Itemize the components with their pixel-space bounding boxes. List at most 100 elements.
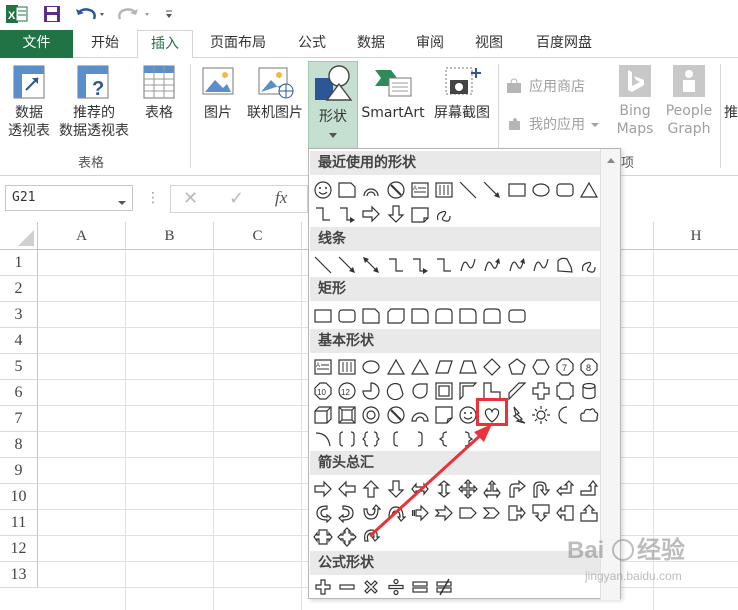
bent-arrow-shape[interactable] (507, 479, 527, 499)
up-callout-shape[interactable] (579, 503, 599, 523)
left-bracket-shape[interactable] (386, 429, 406, 449)
striped-right-shape[interactable] (410, 503, 430, 523)
triangle-shape[interactable] (579, 180, 599, 200)
vert-text-shape[interactable] (337, 357, 357, 377)
round-rect-shape[interactable] (337, 306, 357, 326)
people-graph-button[interactable]: People Graph (662, 64, 716, 138)
up-arrow-shape[interactable] (361, 479, 381, 499)
arc2-shape[interactable] (313, 429, 333, 449)
dbl-arrow-shape[interactable] (361, 255, 381, 275)
right-callout-shape[interactable] (507, 503, 527, 523)
no-symbol-shape[interactable] (386, 180, 406, 200)
app-store-button[interactable]: 应用商店 (506, 76, 585, 96)
text-box-shape[interactable]: A (410, 180, 430, 200)
scribble-shape[interactable] (579, 255, 599, 275)
chevron-shape[interactable] (482, 503, 502, 523)
row-header-1[interactable]: 1 (0, 250, 38, 276)
round2-shape[interactable] (434, 306, 454, 326)
diamond-shape[interactable] (482, 357, 502, 377)
eq-minus-shape[interactable] (337, 577, 357, 597)
folded-corner-shape[interactable] (434, 405, 454, 425)
redo-icon[interactable] (118, 4, 154, 24)
triangle-shape[interactable] (386, 357, 406, 377)
folded-shape[interactable] (410, 204, 430, 224)
right-brace-shape[interactable] (458, 429, 478, 449)
elbow-arrow-shape[interactable] (337, 204, 357, 224)
moon-shape[interactable] (555, 405, 575, 425)
round1-shape[interactable] (458, 306, 478, 326)
round1-shape[interactable] (410, 306, 430, 326)
bing-maps-button[interactable]: Bing Maps (612, 64, 658, 138)
eq-div-shape[interactable] (386, 577, 406, 597)
left-callout-shape[interactable] (555, 503, 575, 523)
shapes-button[interactable]: 形状 (308, 61, 358, 149)
rect-shape[interactable] (313, 306, 333, 326)
row-header-5[interactable]: 5 (0, 354, 38, 380)
row-header-10[interactable]: 10 (0, 484, 38, 510)
curve-arrow-shape[interactable] (507, 255, 527, 275)
row-header-9[interactable]: 9 (0, 458, 38, 484)
can-shape[interactable] (579, 381, 599, 401)
ellipse-shape[interactable] (531, 180, 551, 200)
vert-text-shape[interactable] (434, 180, 454, 200)
arrow-line-shape[interactable] (337, 255, 357, 275)
tear-shape[interactable] (410, 381, 430, 401)
elbow-shape[interactable] (386, 255, 406, 275)
snip-rect-shape[interactable] (361, 306, 381, 326)
row-header-12[interactable]: 12 (0, 536, 38, 562)
bent-up-arrow-shape[interactable] (579, 479, 599, 499)
lr-arrow-shape[interactable] (410, 479, 430, 499)
round2-shape[interactable] (482, 306, 502, 326)
curve-shape[interactable] (458, 255, 478, 275)
ud-arrow-shape[interactable] (434, 479, 454, 499)
column-header-b[interactable]: B (126, 222, 214, 250)
arc-shape[interactable] (361, 180, 381, 200)
recommended-pivot-button[interactable]: ? 推荐的 数据透视表 (56, 64, 132, 140)
select-all-corner[interactable] (0, 222, 38, 250)
round-rect-shape[interactable] (555, 180, 575, 200)
pentagon-shape[interactable] (507, 357, 527, 377)
curved-left-shape[interactable] (337, 503, 357, 523)
no-symbol-shape[interactable] (386, 405, 406, 425)
right-bracket-shape[interactable] (410, 429, 430, 449)
right-arrow-shape[interactable] (361, 204, 381, 224)
smiley-shape[interactable] (313, 180, 333, 200)
left-brace-shape[interactable] (434, 429, 454, 449)
smartart-button[interactable]: SmartArt (358, 64, 428, 122)
tab-file[interactable]: 文件 (0, 30, 73, 58)
text-box-shape[interactable]: A (313, 357, 333, 377)
tab-baidu-netdisk[interactable]: 百度网盘 (524, 30, 604, 58)
cancel-icon[interactable]: ✕ (183, 188, 198, 209)
eq-mult-shape[interactable] (361, 577, 381, 597)
pivot-table-button[interactable]: 数据 透视表 (4, 64, 54, 140)
row-header-13[interactable]: 13 (0, 562, 38, 588)
cube-shape[interactable] (313, 405, 333, 425)
column-header-c[interactable]: C (214, 222, 302, 250)
block-arc-shape[interactable] (410, 405, 430, 425)
lr-up-arrow-shape[interactable] (482, 479, 502, 499)
frame-shape[interactable] (434, 381, 454, 401)
chord-shape[interactable] (386, 381, 406, 401)
more-options-icon[interactable]: ⋮ (146, 190, 160, 206)
eq-equal-shape[interactable] (410, 577, 430, 597)
customize-qat-icon[interactable] (162, 4, 176, 24)
name-box[interactable]: G21 (5, 185, 133, 211)
quad-callout-shape[interactable] (337, 527, 358, 547)
online-picture-button[interactable]: 联机图片 (242, 64, 308, 122)
rect-shape[interactable] (507, 180, 527, 200)
down-arrow-shape[interactable] (386, 204, 406, 224)
scribble-shape[interactable] (434, 204, 454, 224)
diag-stripe-shape[interactable] (507, 381, 527, 401)
notched-right-shape[interactable] (434, 503, 454, 523)
tab-review[interactable]: 审阅 (405, 30, 455, 58)
trapezoid-shape[interactable] (458, 357, 478, 377)
sun-shape[interactable] (531, 405, 551, 425)
bevel-shape[interactable] (337, 405, 357, 425)
elbow-shape[interactable] (434, 255, 454, 275)
tab-home[interactable]: 开始 (78, 30, 132, 58)
down-arrow-shape[interactable] (386, 479, 406, 499)
quad-arrow-shape[interactable] (458, 479, 479, 499)
pie-shape[interactable] (361, 381, 381, 401)
column-header-h[interactable]: H (654, 222, 738, 250)
row-header-2[interactable]: 2 (0, 276, 38, 302)
